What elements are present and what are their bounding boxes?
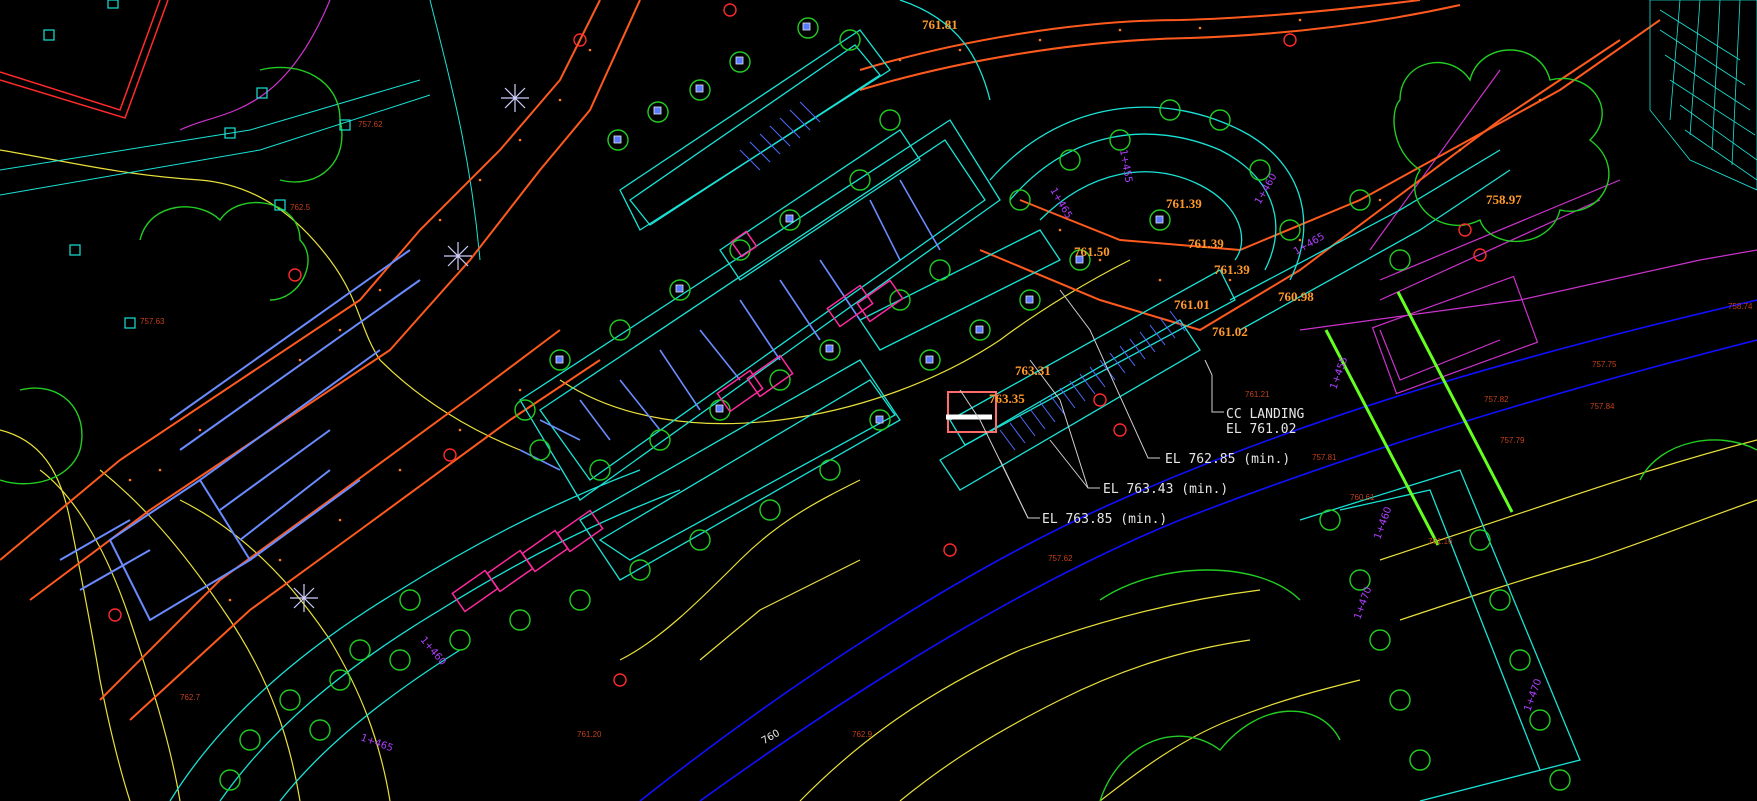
survey-label: 757.62 (358, 120, 383, 129)
spot-elevation: 761.39 (1166, 196, 1202, 211)
spot-elevation: 761.50 (1074, 244, 1110, 259)
survey-label: 757.81 (1312, 453, 1337, 462)
elevation-callout: EL 762.85 (min.) (1165, 452, 1290, 467)
survey-label: 760.61 (1350, 493, 1375, 502)
survey-label: 761.21 (1245, 390, 1270, 399)
elevation-callout: EL 763.43 (min.) (1103, 482, 1228, 497)
survey-label: 761.16 (1428, 537, 1453, 546)
elevation-callout: EL 763.85 (min.) (1042, 512, 1167, 527)
survey-label: 761.20 (577, 730, 602, 739)
cc-landing-label: CC LANDING (1226, 407, 1304, 422)
survey-label: 758.74 (1728, 302, 1753, 311)
survey-label: 757.79 (1500, 436, 1525, 445)
spot-elevation: 761.02 (1212, 324, 1248, 339)
survey-label: 757.62 (1048, 554, 1073, 563)
survey-label: 757.84 (1590, 402, 1615, 411)
spot-elevation: 761.39 (1214, 262, 1250, 277)
survey-label: 757.82 (1484, 395, 1509, 404)
spot-elevation: 763.35 (989, 391, 1025, 406)
spot-elevation: 758.97 (1486, 192, 1522, 207)
spot-elevation: 760.98 (1278, 289, 1314, 304)
spot-elevation: 761.39 (1188, 236, 1224, 251)
survey-label: 762.5 (290, 203, 311, 212)
spot-elevation: 761.01 (1174, 297, 1210, 312)
spot-elevation: 761.81 (922, 17, 958, 32)
survey-label: 757.75 (1592, 360, 1617, 369)
cc-landing-elevation: EL 761.02 (1226, 422, 1296, 437)
survey-label: 762.7 (180, 693, 201, 702)
survey-label: 757.63 (140, 317, 165, 326)
cad-drawing-canvas[interactable]: 761.81 761.39 761.39 761.39 761.50 761.0… (0, 0, 1757, 801)
spot-elevation: 763.31 (1015, 363, 1051, 378)
survey-label: 762.9 (852, 730, 873, 739)
